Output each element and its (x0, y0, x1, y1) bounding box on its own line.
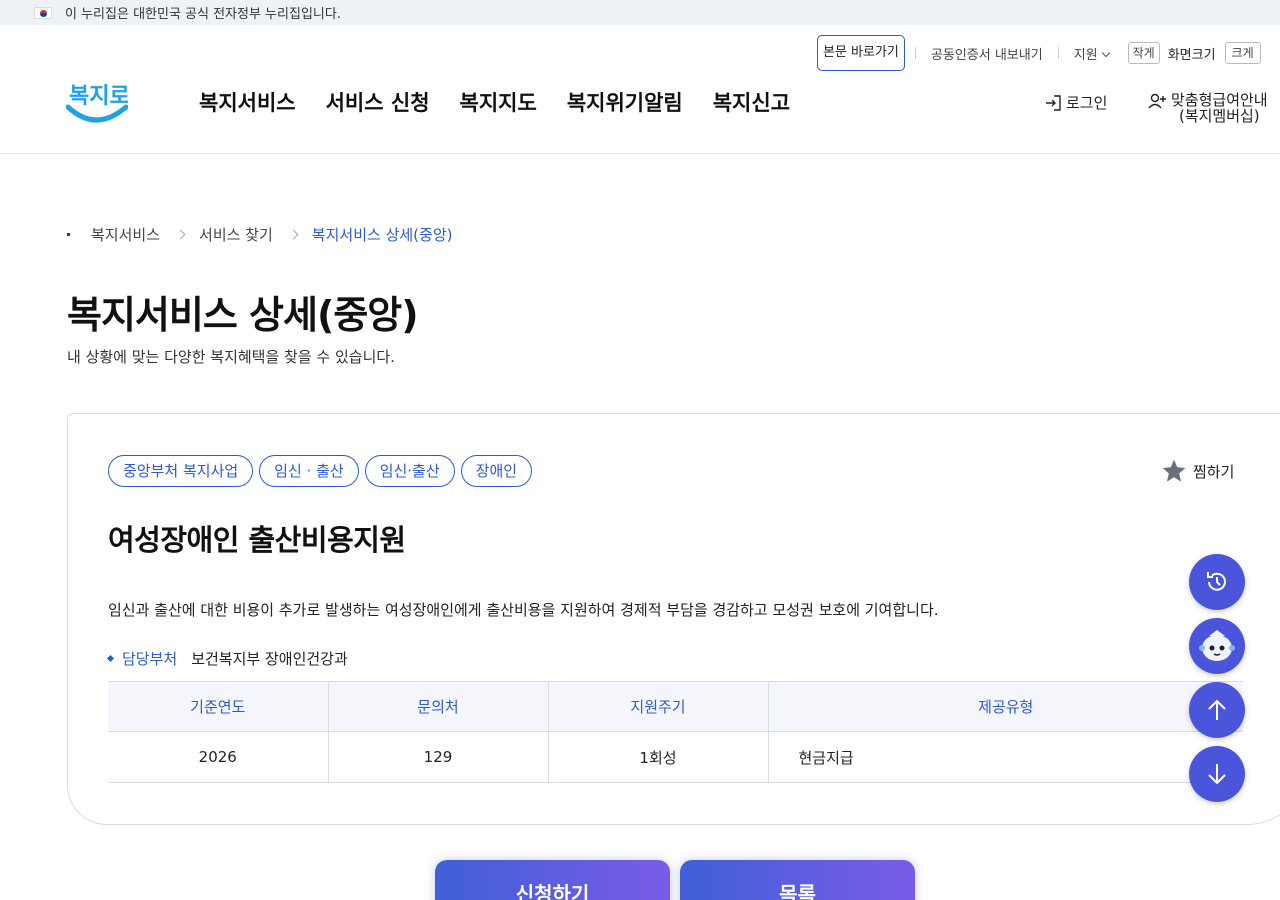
department-value: 보건복지부 장애인건강과 (191, 650, 348, 668)
scroll-top-button[interactable] (1189, 682, 1245, 738)
table-header-row: 기준연도 문의처 지원주기 제공유형 (108, 681, 1243, 732)
membership-label-line1: 맞춤형급여안내 (1171, 91, 1268, 109)
service-info-table: 기준연도 문의처 지원주기 제공유형 2026 129 1회성 현금지급 (108, 681, 1243, 783)
page-title: 복지서비스 상세(중앙) (67, 293, 419, 337)
cell-provision-type: 현금지급 (768, 731, 1243, 783)
utility-nav: 본문 바로가기 공동인증서 내보내기 지원 작게 화면크기 크게 (817, 35, 1261, 71)
service-description: 임신과 출산에 대한 비용이 추가로 발생하는 여성장애인에게 출산비용을 지원… (108, 601, 939, 619)
department-info: 담당부처 보건복지부 장애인건강과 (106, 648, 348, 669)
nav-crisis-alert[interactable]: 복지위기알림 (567, 87, 683, 117)
service-detail-card: 중앙부처 복지사업 임신 · 출산 임신·출산 장애인 찜하기 여성장애인 출산… (67, 413, 1280, 825)
history-icon (1207, 572, 1226, 591)
favorite-button[interactable]: 찜하기 (1160, 455, 1234, 487)
support-dropdown[interactable]: 지원 (1073, 44, 1110, 63)
tag-central-ministry[interactable]: 중앙부처 복지사업 (108, 455, 254, 487)
chatbot-button[interactable] (1189, 618, 1245, 674)
service-title: 여성장애인 출산비용지원 (108, 523, 406, 557)
chevron-right-icon (288, 229, 299, 240)
logo-mark-icon: 복지로 (65, 84, 130, 123)
star-icon (1162, 459, 1186, 482)
gov-banner-text: 이 누리집은 대한민국 공식 전자정부 누리집입니다. (65, 7, 341, 22)
korea-flag-icon (34, 6, 52, 19)
chevron-right-icon (175, 229, 186, 240)
breadcrumb-item-current: 복지서비스 상세(중앙) (311, 226, 453, 244)
header-provision-type: 제공유형 (768, 681, 1243, 732)
diamond-bullet-icon (106, 654, 115, 663)
login-icon (1046, 94, 1061, 111)
font-size-label: 화면크기 (1167, 47, 1216, 63)
cell-contact: 129 (328, 731, 549, 783)
tag-pregnancy-birth[interactable]: 임신 · 출산 (259, 455, 359, 487)
nav-welfare-map[interactable]: 복지지도 (460, 87, 537, 117)
breadcrumb-home-dot (67, 233, 70, 236)
membership-label-line2: (복지멤버십) (1178, 107, 1260, 125)
recent-history-button[interactable] (1189, 554, 1245, 610)
skip-to-content-link[interactable]: 본문 바로가기 (817, 35, 905, 71)
support-label: 지원 (1073, 47, 1098, 63)
nav-service-apply[interactable]: 서비스 신청 (326, 87, 430, 117)
chevron-down-icon (1101, 48, 1110, 57)
font-large-button[interactable]: 크게 (1224, 42, 1261, 64)
chatbot-icon (1199, 630, 1235, 661)
scroll-down-icon (1208, 764, 1226, 785)
gov-banner: 이 누리집은 대한민국 공식 전자정부 누리집입니다. (0, 0, 1280, 25)
page-subtitle: 내 상황에 맞는 다양한 복지혜택을 찾을 수 있습니다. (67, 348, 395, 366)
scroll-bottom-button[interactable] (1189, 746, 1245, 802)
floating-buttons (1189, 554, 1245, 802)
login-link[interactable]: 로그인 (1044, 92, 1107, 113)
cell-support-cycle: 1회성 (548, 731, 769, 783)
nav-welfare-service[interactable]: 복지서비스 (199, 87, 296, 117)
action-buttons: 신청하기 목록 (435, 860, 915, 900)
divider (1057, 47, 1059, 59)
logo-text: 복지로 (69, 84, 128, 109)
department-label: 담당부처 (122, 650, 178, 668)
apply-button[interactable]: 신청하기 (435, 860, 670, 900)
cert-export-link[interactable]: 공동인증서 내보내기 (931, 44, 1043, 63)
main-nav: 복지서비스 서비스 신청 복지지도 복지위기알림 복지신고 (199, 87, 790, 117)
header-base-year: 기준연도 (108, 681, 329, 732)
table-row: 2026 129 1회성 현금지급 (108, 731, 1243, 783)
header-support-cycle: 지원주기 (548, 681, 769, 732)
breadcrumb: 복지서비스 서비스 찾기 복지서비스 상세(중앙) (67, 224, 452, 245)
list-button[interactable]: 목록 (680, 860, 915, 900)
scroll-up-icon (1208, 699, 1226, 720)
favorite-label: 찜하기 (1193, 462, 1235, 481)
login-label: 로그인 (1066, 94, 1108, 112)
site-header: 본문 바로가기 공동인증서 내보내기 지원 작게 화면크기 크게 복지로 복지서… (0, 25, 1280, 154)
divider (914, 47, 916, 59)
service-tags: 중앙부처 복지사업 임신 · 출산 임신·출산 장애인 (108, 455, 533, 487)
membership-link[interactable]: 맞춤형급여안내 (복지멤버십) (1147, 92, 1268, 124)
bokjiro-logo[interactable]: 복지로 (65, 75, 130, 127)
nav-welfare-report[interactable]: 복지신고 (713, 87, 790, 117)
tag-disabled[interactable]: 장애인 (460, 455, 533, 487)
tag-pregnancy-birth-alt[interactable]: 임신·출산 (364, 455, 455, 487)
cell-base-year: 2026 (108, 731, 329, 783)
add-user-icon (1148, 93, 1166, 109)
breadcrumb-item-service-find[interactable]: 서비스 찾기 (199, 224, 273, 245)
font-small-button[interactable]: 작게 (1127, 42, 1160, 64)
breadcrumb-item-welfare-service[interactable]: 복지서비스 (91, 224, 160, 245)
header-contact: 문의처 (328, 681, 549, 732)
